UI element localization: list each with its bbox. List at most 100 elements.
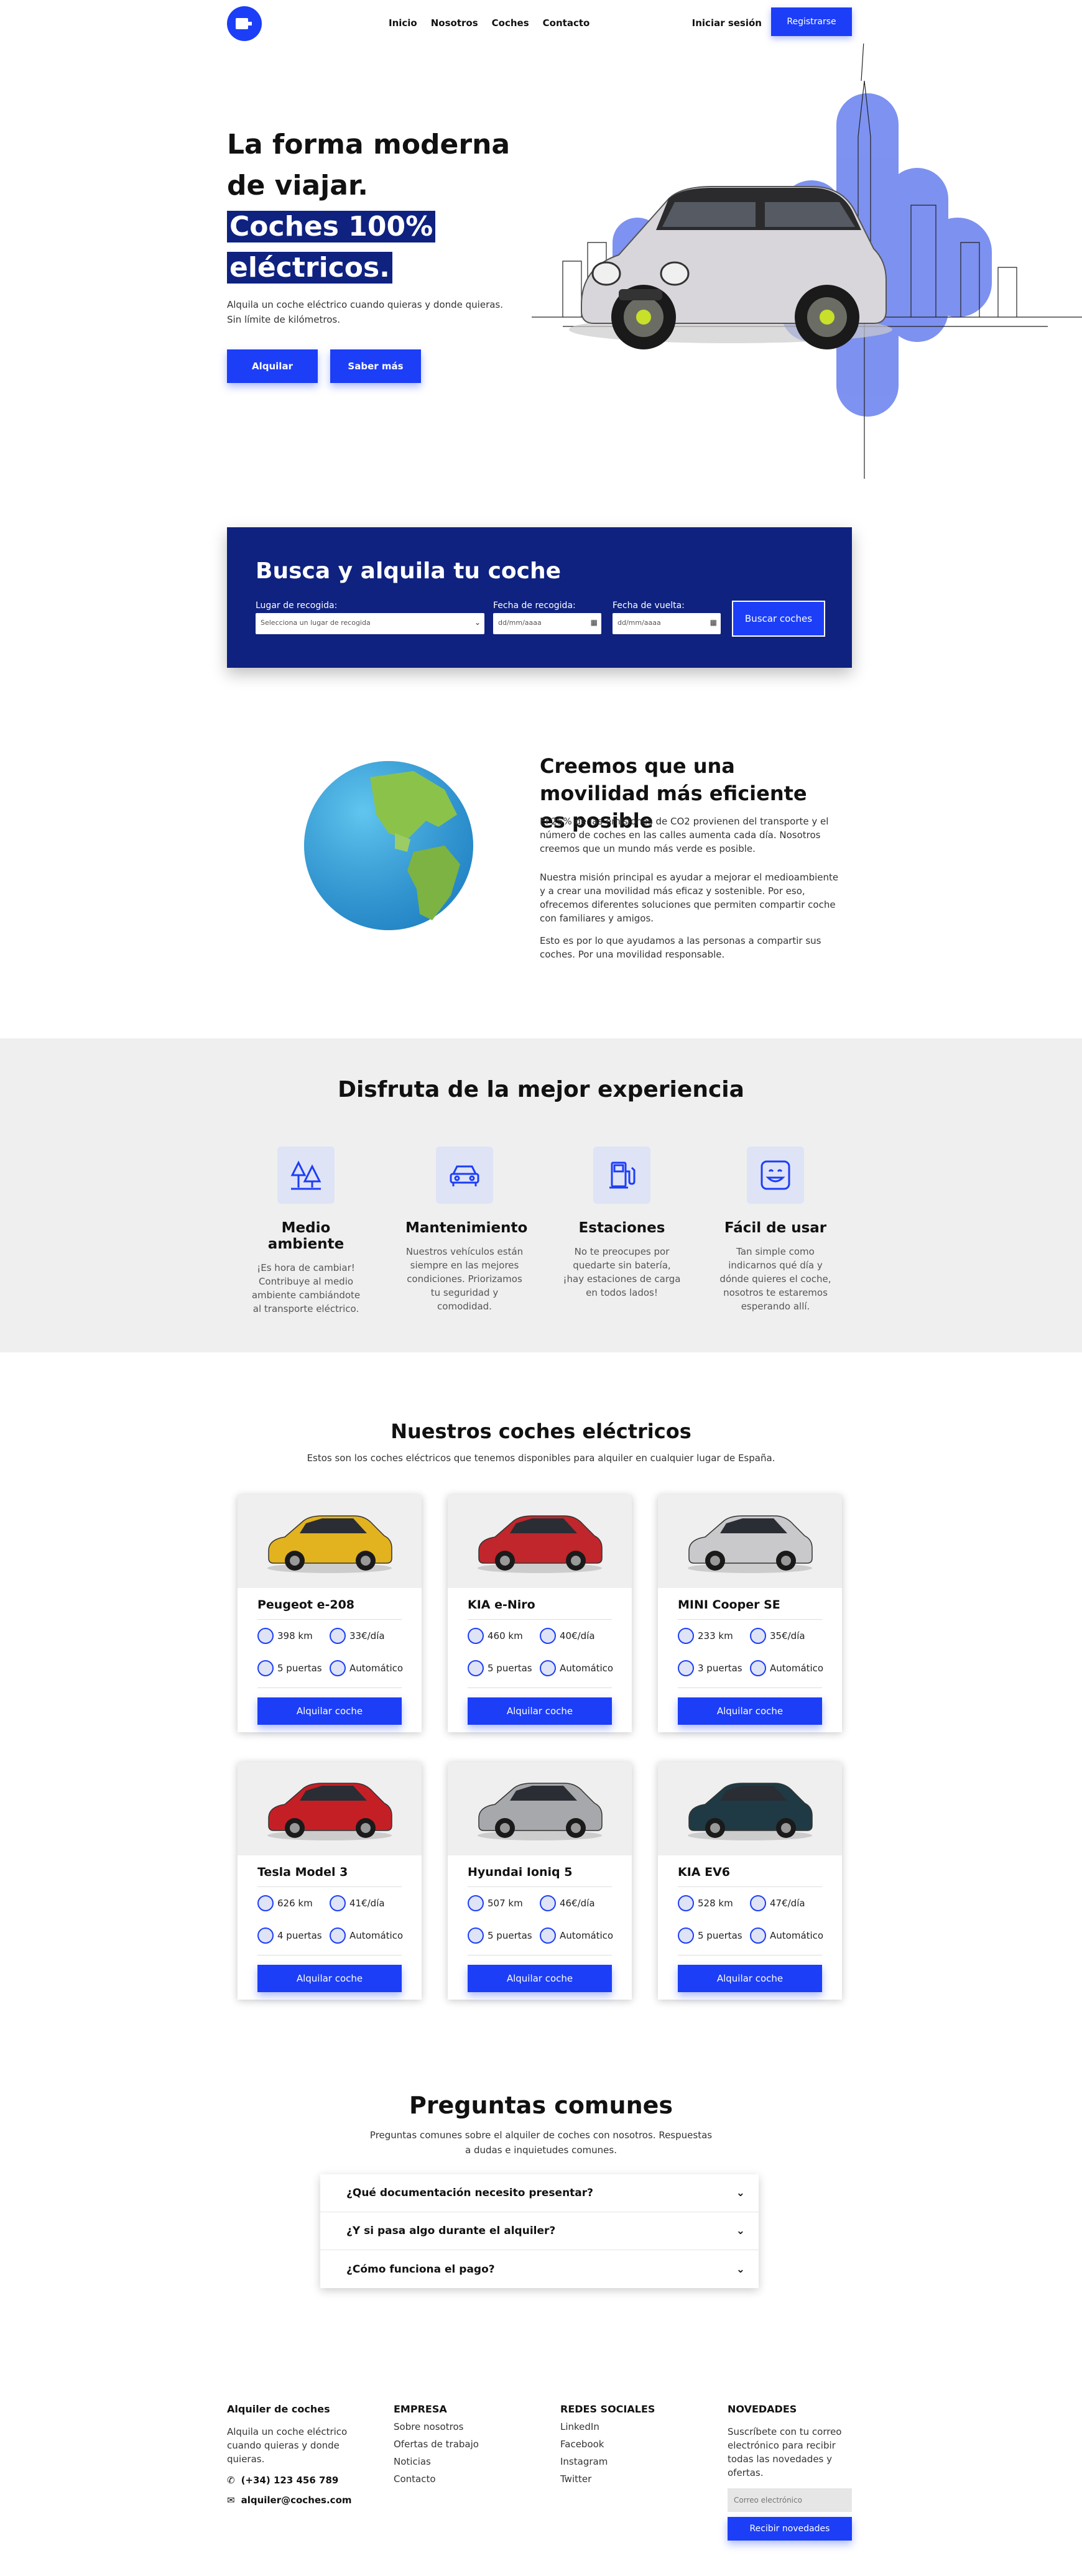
- nav-link-nosotros[interactable]: Nosotros: [431, 17, 478, 29]
- rent-car-button[interactable]: Alquilar coche: [678, 1697, 822, 1725]
- battery-icon: [468, 1895, 484, 1911]
- door-icon: [257, 1660, 274, 1676]
- footer-link[interactable]: Contacto: [394, 2473, 524, 2485]
- pickup-place-select[interactable]: Selecciona un lugar de recogida ⌄: [256, 613, 484, 634]
- faq-item[interactable]: ¿Y si pasa algo durante el alquiler? ⌄: [320, 2212, 759, 2250]
- calendar-icon[interactable]: ▦: [710, 618, 717, 627]
- nav-link-coches[interactable]: Coches: [492, 17, 529, 29]
- smiley-icon: [747, 1147, 804, 1204]
- rent-car-button[interactable]: Alquilar coche: [468, 1697, 612, 1725]
- faq-item[interactable]: ¿Qué documentación necesito presentar? ⌄: [320, 2174, 759, 2212]
- car-doors: 4 puertas: [257, 1927, 322, 1944]
- divider: [468, 1687, 612, 1688]
- return-date-field: Fecha de vuelta: dd/mm/aaaa ▦: [613, 601, 721, 634]
- car-image: [658, 1762, 842, 1855]
- footer-phone[interactable]: ✆ (+34) 123 456 789: [227, 2475, 358, 2486]
- car-card: MINI Cooper SE 233 km 35€/día 3 puertas …: [658, 1495, 842, 1732]
- search-title: Busca y alquila tu coche: [256, 558, 562, 584]
- car-image: [658, 1495, 842, 1588]
- footer-link-facebook[interactable]: Facebook: [560, 2439, 691, 2450]
- return-date-input[interactable]: dd/mm/aaaa ▦: [613, 613, 721, 634]
- car-doors: 5 puertas: [257, 1660, 322, 1676]
- car-doors-value: 5 puertas: [277, 1663, 322, 1674]
- car-doors-value: 5 puertas: [488, 1663, 532, 1674]
- door-icon: [678, 1927, 694, 1944]
- mission-section: Creemos que una movilidad más eficiente …: [227, 721, 852, 982]
- footer-news-text: Suscríbete con tu correo electrónico par…: [728, 2426, 842, 2478]
- car-card: KIA e-Niro 460 km 40€/día 5 puertas Auto…: [448, 1495, 632, 1732]
- logo-icon[interactable]: [227, 6, 262, 41]
- coin-icon: [750, 1628, 766, 1644]
- footer-email[interactable]: ✉ alquiler@coches.com: [227, 2495, 358, 2506]
- car-name: MINI Cooper SE: [678, 1598, 780, 1612]
- car-card: Hyundai Ioniq 5 507 km 46€/día 5 puertas…: [448, 1762, 632, 2000]
- battery-icon: [678, 1628, 694, 1644]
- mission-paragraph: Nuestra misión principal es ayudar a mej…: [540, 872, 839, 924]
- nav-link-inicio[interactable]: Inicio: [389, 17, 417, 29]
- gearbox-icon: [330, 1927, 346, 1944]
- car-name: KIA EV6: [678, 1865, 731, 1879]
- car-price-value: 35€/día: [770, 1630, 805, 1641]
- car-name: KIA e-Niro: [468, 1598, 535, 1612]
- footer-link[interactable]: Noticias: [394, 2456, 524, 2467]
- footer-news-title: NOVEDADES: [728, 2403, 797, 2415]
- hero-title-line: La forma moderna: [227, 129, 511, 160]
- footer-link-linkedin[interactable]: LinkedIn: [560, 2421, 691, 2432]
- rent-car-button[interactable]: Alquilar coche: [257, 1965, 402, 1992]
- footer-link[interactable]: Ofertas de trabajo: [394, 2439, 524, 2450]
- car-range-value: 460 km: [488, 1630, 523, 1641]
- faq-item[interactable]: ¿Cómo funciona el pago? ⌄: [320, 2250, 759, 2288]
- car-transmission-value: Automático: [770, 1663, 824, 1674]
- coin-icon: [540, 1628, 556, 1644]
- footer-company-title: EMPRESA: [394, 2403, 447, 2415]
- register-button[interactable]: Registrarse: [771, 7, 852, 36]
- car-transmission-value: Automático: [349, 1930, 404, 1941]
- feature-text: Nuestros vehículos están siempre en las …: [405, 1246, 524, 1312]
- rent-car-button[interactable]: Alquilar coche: [257, 1697, 402, 1725]
- footer-link-instagram[interactable]: Instagram: [560, 2456, 691, 2467]
- newsletter-subscribe-button[interactable]: Recibir novedades: [728, 2517, 852, 2541]
- battery-icon: [257, 1895, 274, 1911]
- car-range: 626 km: [257, 1895, 313, 1911]
- chevron-down-icon: ⌄: [736, 2225, 745, 2237]
- mail-icon: ✉: [227, 2495, 235, 2506]
- car-doors-value: 5 puertas: [488, 1930, 532, 1941]
- footer-link[interactable]: Sobre nosotros: [394, 2421, 524, 2432]
- divider: [468, 1886, 612, 1887]
- footer-link-twitter[interactable]: Twitter: [560, 2473, 691, 2485]
- car-transmission: Automático: [540, 1927, 613, 1944]
- calendar-icon[interactable]: ▦: [591, 618, 598, 627]
- login-link[interactable]: Iniciar sesión: [692, 17, 762, 29]
- rent-car-button[interactable]: Alquilar coche: [468, 1965, 612, 1992]
- pickup-place-label: Lugar de recogida:: [256, 601, 338, 611]
- faq-subtitle: Preguntas comunes sobre el alquiler de c…: [369, 2130, 713, 2156]
- car-range: 398 km: [257, 1628, 313, 1644]
- search-cars-button[interactable]: Buscar coches: [732, 601, 825, 637]
- pickup-date-input[interactable]: dd/mm/aaaa ▦: [493, 613, 601, 634]
- learn-more-button[interactable]: Saber más: [330, 349, 421, 383]
- divider: [678, 1687, 822, 1688]
- divider: [678, 1886, 822, 1887]
- car-range-value: 528 km: [698, 1898, 733, 1909]
- car-doors: 5 puertas: [468, 1660, 532, 1676]
- newsletter-email-input[interactable]: [728, 2488, 852, 2512]
- car-doors-value: 3 puertas: [698, 1663, 742, 1674]
- rent-car-button[interactable]: Alquilar coche: [678, 1965, 822, 1992]
- footer-brand-title: Alquiler de coches: [227, 2403, 330, 2415]
- car-transmission-value: Automático: [770, 1930, 824, 1941]
- rent-button[interactable]: Alquilar: [227, 349, 318, 383]
- battery-icon: [257, 1628, 274, 1644]
- car-card: KIA EV6 528 km 47€/día 5 puertas Automát…: [658, 1762, 842, 2000]
- car-range: 528 km: [678, 1895, 733, 1911]
- divider: [468, 1619, 612, 1620]
- globe-illustration: [304, 761, 473, 930]
- car-transmission-value: Automático: [349, 1663, 404, 1674]
- car-icon: [436, 1147, 493, 1204]
- car-price: 40€/día: [540, 1628, 595, 1644]
- footer-brand-text: Alquila un coche eléctrico cuando quiera…: [227, 2426, 348, 2465]
- mission-paragraph: El 25% de las emisiones de CO2 provienen…: [540, 816, 829, 854]
- car-price: 41€/día: [330, 1895, 385, 1911]
- coin-icon: [330, 1628, 346, 1644]
- feature-text: Tan simple como indicarnos qué día y dón…: [719, 1246, 831, 1312]
- nav-link-contacto[interactable]: Contacto: [543, 17, 590, 29]
